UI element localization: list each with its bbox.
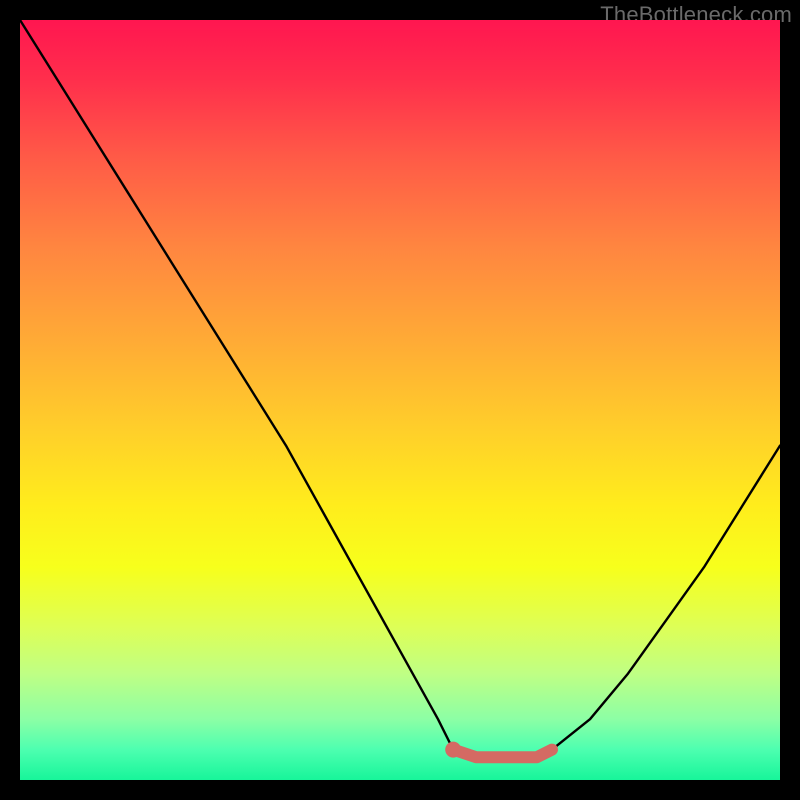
stage: TheBottleneck.com — [0, 0, 800, 800]
highlight-start-dot — [445, 742, 461, 758]
plot-area — [20, 20, 780, 780]
chart-svg — [20, 20, 780, 780]
bottleneck-curve — [20, 20, 780, 757]
min-plateau-highlight — [453, 750, 552, 758]
